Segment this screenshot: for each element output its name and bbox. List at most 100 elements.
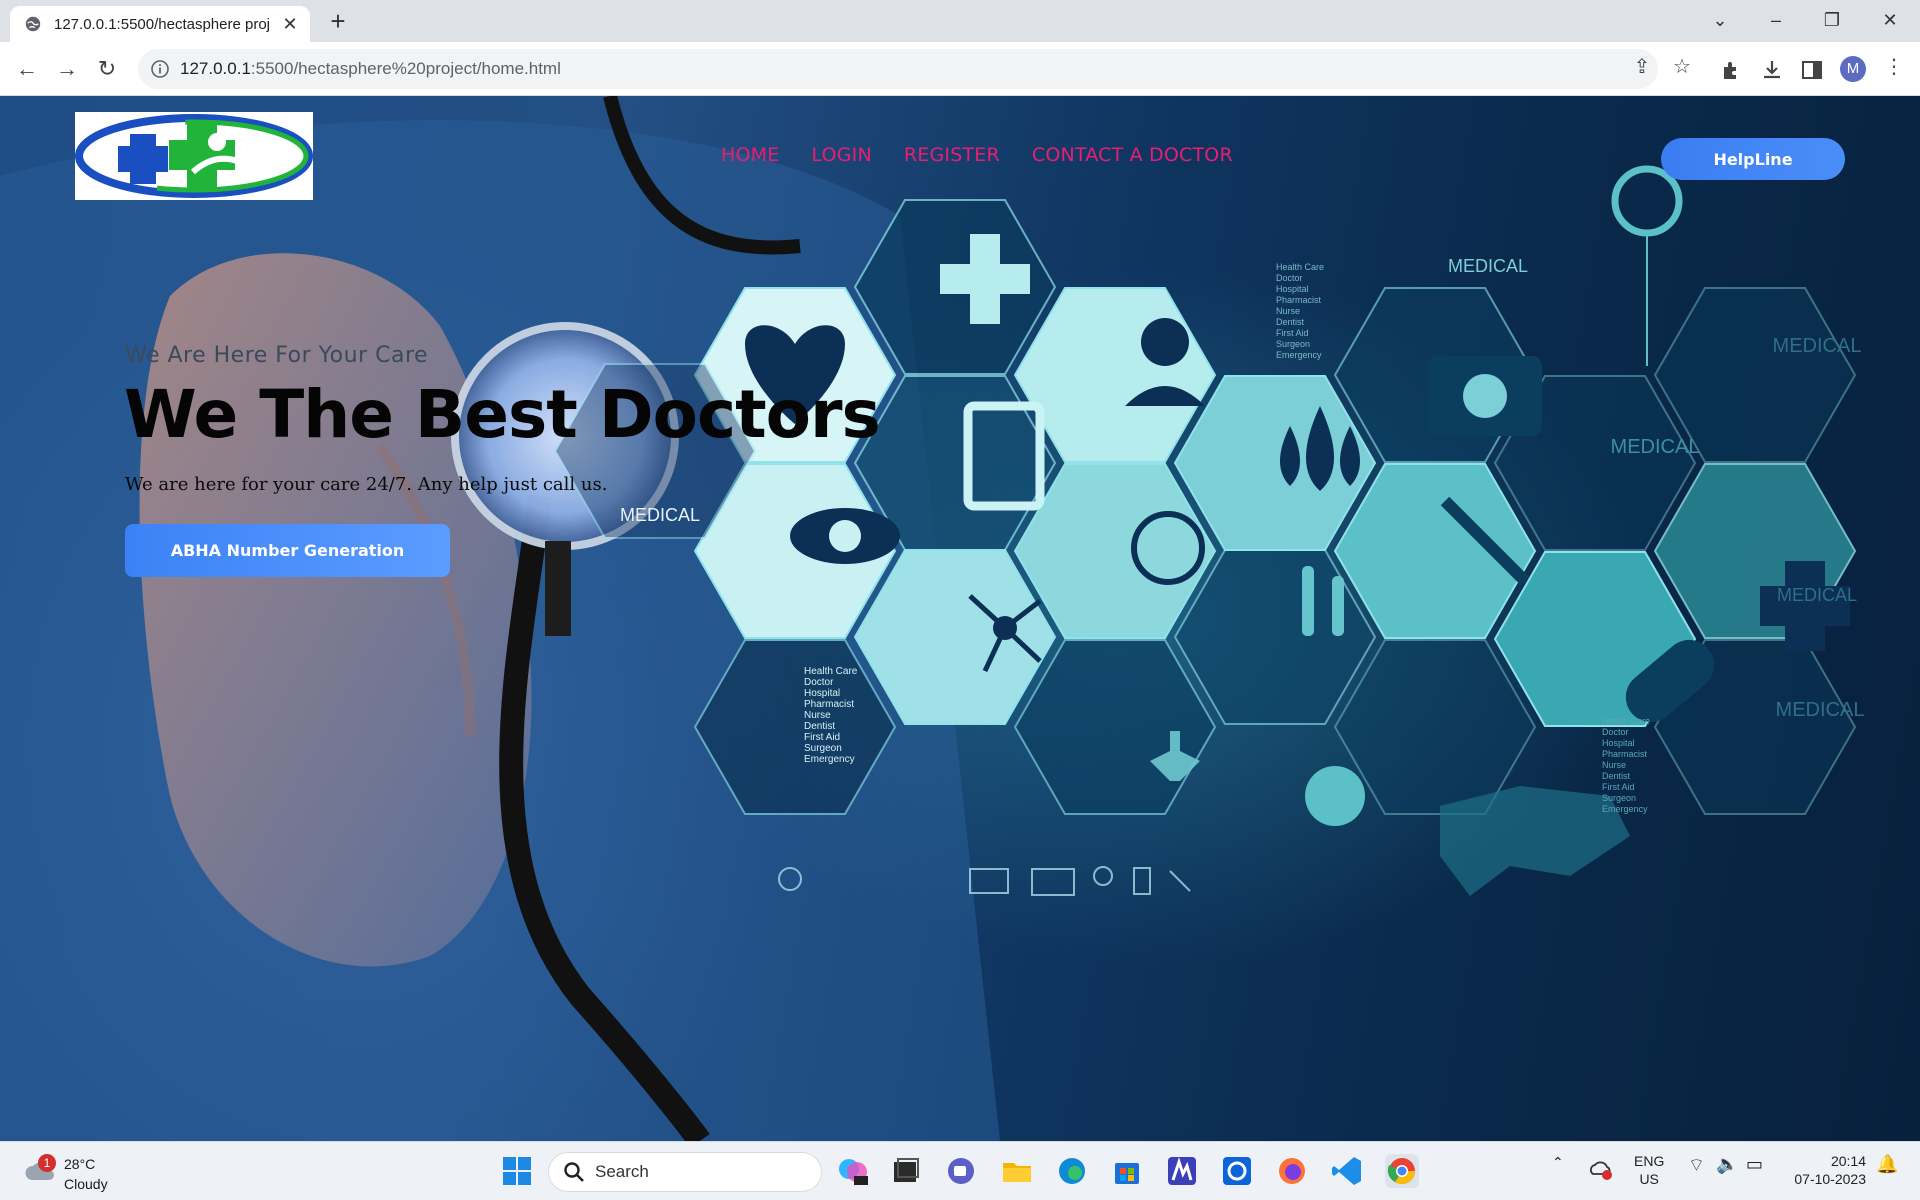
new-tab-button[interactable]: + bbox=[324, 8, 352, 34]
service-list-item: Surgeon bbox=[1276, 339, 1310, 349]
service-list-item: First Aid bbox=[1602, 782, 1635, 792]
file-explorer-icon[interactable] bbox=[1000, 1154, 1034, 1188]
url-host: 127.0.0.1 bbox=[180, 59, 251, 78]
show-hidden-icons[interactable]: ⌃ bbox=[1552, 1154, 1564, 1171]
site-info-icon[interactable] bbox=[150, 59, 170, 79]
hero-title: We The Best Doctors bbox=[124, 376, 881, 453]
nav-register-link[interactable]: REGISTER bbox=[904, 144, 1000, 166]
taskbar-search-box[interactable]: Search bbox=[548, 1152, 822, 1192]
firefox-icon[interactable] bbox=[1275, 1154, 1309, 1188]
volume-icon[interactable]: 🔈 bbox=[1716, 1154, 1738, 1175]
service-list-item: Emergency bbox=[1276, 350, 1322, 360]
hexagon-icons-grid bbox=[553, 199, 1857, 815]
service-list-item: Dentist bbox=[1602, 771, 1631, 781]
weather-widget[interactable]: 1 28°C Cloudy bbox=[22, 1150, 152, 1194]
chrome-icon[interactable] bbox=[1385, 1154, 1419, 1188]
web-page: MEDICAL MEDICAL MEDICAL MEDICAL MEDICAL … bbox=[0, 96, 1920, 1141]
service-list-item: Dentist bbox=[1276, 317, 1305, 327]
copilot-icon[interactable] bbox=[836, 1154, 870, 1188]
service-list-item: Emergency bbox=[804, 754, 855, 765]
cortana-icon[interactable] bbox=[1220, 1154, 1254, 1188]
service-list-item: Doctor bbox=[1602, 727, 1629, 737]
battery-icon[interactable]: ▭ bbox=[1746, 1154, 1763, 1175]
service-list-item: Hospital bbox=[1276, 284, 1309, 294]
reload-icon[interactable]: ↻ bbox=[92, 54, 122, 84]
tab-close-icon[interactable]: ✕ bbox=[280, 14, 300, 35]
side-panel-icon[interactable] bbox=[1800, 58, 1824, 82]
search-icon bbox=[564, 1162, 584, 1182]
edge-browser-icon[interactable] bbox=[1055, 1154, 1089, 1188]
wifi-icon[interactable]: ⌔ bbox=[1688, 1154, 1705, 1177]
language-indicator[interactable]: ENG US bbox=[1634, 1152, 1664, 1188]
service-list-item: Doctor bbox=[804, 677, 834, 688]
profile-avatar[interactable]: M bbox=[1840, 56, 1866, 82]
globe-icon bbox=[25, 16, 41, 32]
service-list-item: Nurse bbox=[1276, 306, 1300, 316]
browser-tab[interactable]: 127.0.0.1:5500/hectasphere proj ✕ bbox=[10, 6, 310, 42]
window-close-icon[interactable]: ✕ bbox=[1870, 6, 1910, 34]
medical-label: MEDICAL bbox=[1611, 436, 1700, 458]
microsoft-store-icon[interactable] bbox=[1110, 1154, 1144, 1188]
taskbar-search-label: Search bbox=[595, 1162, 649, 1181]
nav-contact-doctor-link[interactable]: CONTACT A DOCTOR bbox=[1032, 144, 1233, 166]
service-list-item: Nurse bbox=[1602, 760, 1626, 770]
hero-description: We are here for your care 24/7. Any help… bbox=[125, 474, 608, 495]
onedrive-error-icon[interactable] bbox=[1588, 1156, 1614, 1182]
forward-icon[interactable]: → bbox=[52, 54, 82, 84]
task-view-icon[interactable] bbox=[888, 1154, 922, 1188]
back-icon[interactable]: ← bbox=[12, 54, 42, 84]
medical-label: MEDICAL bbox=[620, 505, 700, 525]
service-list-item: Pharmacist bbox=[804, 699, 854, 710]
service-list-item: Health Care bbox=[1602, 716, 1650, 726]
bookmark-star-icon[interactable]: ☆ bbox=[1668, 52, 1696, 82]
hero-background-image: MEDICAL MEDICAL MEDICAL MEDICAL MEDICAL … bbox=[0, 96, 1864, 1141]
service-list-item: Emergency bbox=[1602, 804, 1648, 814]
weather-temperature: 28°C bbox=[64, 1156, 96, 1172]
clock-time: 20:14 bbox=[1830, 1153, 1866, 1169]
service-list-bottom: Health CareDoctorHospital PharmacistNurs… bbox=[1602, 716, 1650, 814]
main-navigation: HOME LOGIN REGISTER CONTACT A DOCTOR bbox=[721, 144, 1233, 166]
mathway-app-icon[interactable] bbox=[1165, 1154, 1199, 1188]
weather-condition: Cloudy bbox=[64, 1176, 108, 1192]
service-list-item: Hospital bbox=[1602, 738, 1635, 748]
site-logo[interactable] bbox=[75, 112, 313, 200]
service-list-item: Health Care bbox=[804, 666, 858, 677]
service-list-item: Pharmacist bbox=[1276, 295, 1322, 305]
medical-label: MEDICAL bbox=[1773, 335, 1862, 357]
windows-start-icon[interactable] bbox=[500, 1154, 534, 1188]
url-text: 127.0.0.1:5500/hectasphere%20project/hom… bbox=[180, 59, 561, 79]
service-list-item: First Aid bbox=[1276, 328, 1309, 338]
browser-toolbar: ← → ↻ 127.0.0.1:5500/hectasphere%20proje… bbox=[0, 42, 1920, 96]
download-icon[interactable] bbox=[1760, 58, 1784, 82]
nav-login-link[interactable]: LOGIN bbox=[811, 144, 871, 166]
service-list-item: Hospital bbox=[804, 688, 840, 699]
region-code: US bbox=[1639, 1171, 1659, 1187]
abha-generation-button[interactable]: ABHA Number Generation bbox=[125, 524, 450, 577]
helpline-button[interactable]: HelpLine bbox=[1661, 138, 1845, 180]
restore-icon[interactable]: ❐ bbox=[1812, 6, 1852, 34]
service-list-item: Surgeon bbox=[1602, 793, 1636, 803]
url-path: :5500/hectasphere%20project/home.html bbox=[250, 59, 561, 78]
system-clock[interactable]: 20:14 07-10-2023 bbox=[1786, 1152, 1866, 1188]
language-code: ENG bbox=[1634, 1153, 1665, 1169]
menu-kebab-icon[interactable]: ⋮ bbox=[1880, 52, 1908, 82]
extensions-icon[interactable] bbox=[1720, 58, 1744, 82]
address-bar[interactable]: 127.0.0.1:5500/hectasphere%20project/hom… bbox=[138, 49, 1658, 89]
windows-taskbar: 1 28°C Cloudy Search ⌃ ENG US ⌔ 🔈 ▭ 20:1… bbox=[0, 1141, 1920, 1200]
service-list-right: Health CareDoctorHospital PharmacistNurs… bbox=[1276, 262, 1324, 360]
share-icon[interactable]: ⇪ bbox=[1628, 52, 1656, 82]
hero-subtitle: We Are Here For Your Care bbox=[125, 343, 429, 368]
service-list-item: Doctor bbox=[1276, 273, 1303, 283]
vscode-icon[interactable] bbox=[1330, 1154, 1364, 1188]
notification-bell-icon[interactable]: 🔔 bbox=[1876, 1154, 1898, 1175]
nav-home-link[interactable]: HOME bbox=[721, 144, 779, 166]
tab-search-icon[interactable]: ⌄ bbox=[1700, 6, 1740, 34]
service-list-item: Health Care bbox=[1276, 262, 1324, 272]
teams-chat-icon[interactable] bbox=[944, 1154, 978, 1188]
service-list-item: Pharmacist bbox=[1602, 749, 1648, 759]
service-list-item: Surgeon bbox=[804, 743, 842, 754]
minimize-icon[interactable]: – bbox=[1756, 6, 1796, 34]
service-list-item: Nurse bbox=[804, 710, 831, 721]
medical-label: MEDICAL bbox=[1777, 585, 1857, 605]
medical-label: MEDICAL bbox=[1448, 256, 1528, 276]
